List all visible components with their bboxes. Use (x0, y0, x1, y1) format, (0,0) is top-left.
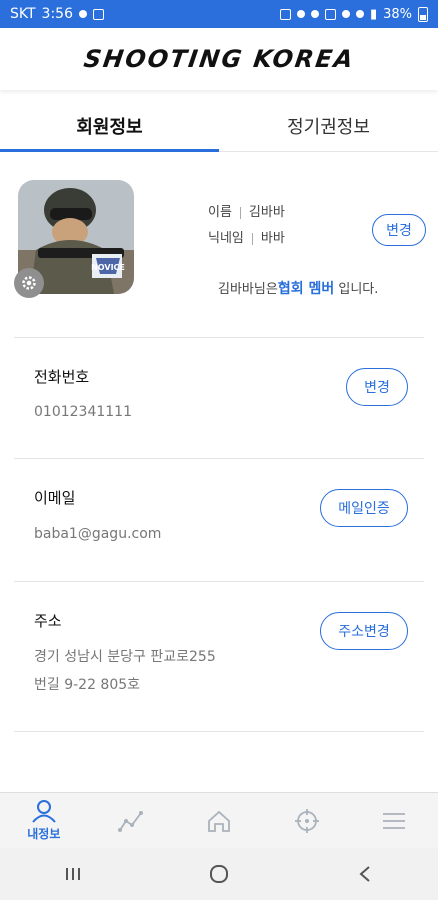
address-change-button[interactable]: 주소변경 (320, 612, 408, 650)
tab-member-info[interactable]: 회원정보 (0, 100, 219, 152)
clock-text: 3:56 (41, 6, 73, 22)
nickname-value: 바바 (260, 231, 285, 246)
avatar-badge-text: NOVICE (91, 263, 125, 272)
battery-percent: 38% (383, 6, 412, 22)
member-prefix: 김바바님은 (218, 282, 278, 297)
wifi-icon (355, 10, 364, 18)
nav-my-info[interactable]: 내정보 (0, 793, 88, 848)
status-right: ▮ 38% (279, 6, 428, 22)
divider (14, 731, 424, 732)
status-left: SKT 3:56 (10, 6, 104, 22)
email-verify-button[interactable]: 메일인증 (320, 489, 408, 527)
gear-icon (22, 276, 36, 290)
address-title: 주소 (34, 612, 62, 630)
nav-records[interactable] (88, 793, 176, 848)
menu-icon (383, 812, 406, 829)
profile-info: 이름 김바바 닉네임 바바 (208, 200, 285, 252)
home-icon (208, 810, 230, 832)
phone-title: 전화번호 (34, 368, 90, 386)
app-logo: SHOOTING KOREA (81, 45, 357, 73)
phone-change-button[interactable]: 변경 (346, 368, 408, 406)
back-icon (359, 866, 370, 882)
member-suffix: 입니다. (338, 282, 379, 297)
phone-section: 전화번호 01012341111 변경 (0, 338, 438, 458)
chart-line-icon (118, 810, 144, 832)
name-row: 이름 김바바 (208, 200, 285, 226)
location-icon (341, 10, 350, 18)
nav-range[interactable] (263, 793, 351, 848)
app-header: SHOOTING KOREA (0, 28, 438, 90)
signal-icon: ▮ (369, 6, 378, 22)
email-title: 이메일 (34, 489, 76, 507)
member-grade: 협회 멤버 (277, 281, 335, 297)
avatar-settings-button[interactable] (14, 268, 44, 298)
back-button[interactable] (335, 854, 395, 894)
separator (251, 233, 253, 245)
recent-apps-icon (66, 868, 80, 880)
nav-my-info-label: 내정보 (27, 827, 61, 841)
bottom-nav: 내정보 (0, 792, 438, 848)
nav-menu[interactable] (350, 793, 438, 848)
nickname-row: 닉네임 바바 (208, 226, 285, 252)
home-button[interactable] (189, 854, 249, 894)
carrier-text: SKT (10, 6, 36, 22)
name-label: 이름 (208, 205, 232, 220)
name-value: 김바바 (248, 205, 285, 220)
email-section: 이메일 baba1@gagu.com 메일인증 (0, 459, 438, 581)
recent-apps-button[interactable] (43, 854, 103, 894)
mute-icon (310, 10, 319, 18)
home-circle-icon (210, 865, 228, 883)
address-line-2: 번길 9-22 805호 (34, 677, 141, 693)
system-nav (0, 848, 438, 900)
notification-icon (79, 10, 87, 18)
tab-bar: 회원정보 정기권정보 (0, 100, 438, 152)
bluetooth-icon (296, 10, 305, 18)
nfc-icon (279, 8, 291, 20)
address-section: 주소 경기 성남시 분당구 판교로255 번길 9-22 805호 주소변경 (0, 582, 438, 732)
nav-home[interactable] (175, 793, 263, 848)
phone-value: 01012341111 (34, 404, 132, 420)
battery-icon (418, 6, 428, 22)
status-bar: SKT 3:56 ▮ 38% (0, 0, 438, 28)
email-value: baba1@gagu.com (34, 526, 162, 542)
member-status: 김바바님은협회 멤버 입니다. (218, 278, 378, 298)
crosshair-icon (294, 808, 319, 833)
nickname-label: 닉네임 (208, 231, 244, 246)
address-line-1: 경기 성남시 분당구 판교로255 (34, 649, 216, 665)
person-icon (32, 800, 56, 823)
app-notification-icon (93, 8, 104, 20)
profile-change-button[interactable]: 변경 (372, 214, 426, 246)
separator (239, 207, 241, 219)
profile-section: NOVICE 이름 김바바 닉네임 바바 변경 김바바님은협회 멤버 입니다. (0, 152, 438, 338)
vibrate-icon (324, 8, 336, 20)
tab-pass-info[interactable]: 정기권정보 (219, 100, 438, 151)
